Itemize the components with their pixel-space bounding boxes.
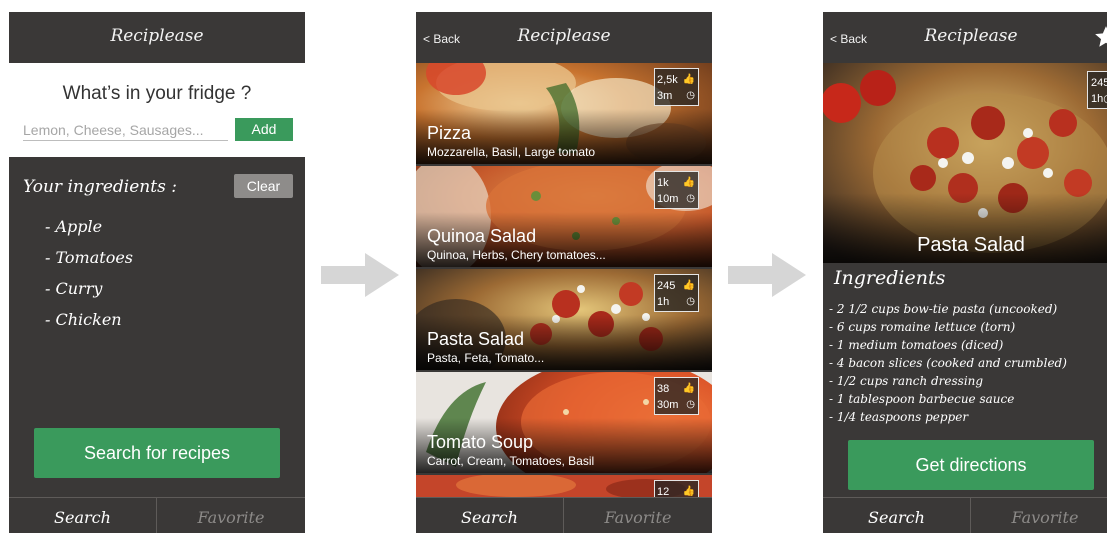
recipe-ingredients: Mozzarella, Basil, Large tomato xyxy=(427,145,596,159)
recipe-title: Tomato Soup xyxy=(427,432,534,452)
fridge-panel: What’s in your fridge ? Add xyxy=(9,63,305,157)
cook-time: 10m xyxy=(657,193,679,205)
ingredient-item: - 4 bacon slices (cooked and crumbled) xyxy=(829,356,1067,370)
cook-time: 1h xyxy=(1091,93,1104,105)
tab-search[interactable]: Search xyxy=(9,498,157,533)
thumbs-up-icon: 👍 xyxy=(682,74,695,85)
star-icon[interactable] xyxy=(1093,24,1107,50)
ingredient-item: - Apple xyxy=(45,217,103,236)
tab-bar: Search Favorite xyxy=(416,497,712,533)
clock-icon: ◷ xyxy=(686,193,695,204)
cook-time: 30m xyxy=(657,399,679,411)
tab-search[interactable]: Search xyxy=(823,498,971,533)
thumbs-up-icon: 👍 xyxy=(682,177,695,188)
search-recipes-button[interactable]: Search for recipes xyxy=(34,428,280,478)
clock-icon: ◷ xyxy=(686,90,695,101)
thumbs-up-icon: 👍 xyxy=(682,280,695,291)
clock-icon: ◷ xyxy=(686,399,695,410)
recipe-card[interactable]: Pasta Salad Pasta, Feta, Tomato... 245 👍 … xyxy=(416,269,712,370)
fridge-question: What’s in your fridge ? xyxy=(62,83,252,104)
ingredient-item: - Tomatoes xyxy=(45,248,134,267)
app-title: Reciplease xyxy=(517,26,611,46)
arrow-right-icon xyxy=(728,253,806,297)
nav-bar: Reciplease xyxy=(9,12,305,63)
cook-time: 3m xyxy=(657,90,673,102)
ingredient-item: - Chicken xyxy=(45,310,122,329)
tab-bar: Search Favorite xyxy=(823,497,1107,533)
tab-favorite[interactable]: Favorite xyxy=(564,498,712,533)
recipe-stats-badge: 245 👍 1h ◷ xyxy=(654,274,699,312)
cook-time: 1h xyxy=(657,296,670,308)
arrow-right-icon xyxy=(321,253,399,297)
recipe-card[interactable]: Tomato Soup Carrot, Cream, Tomatoes, Bas… xyxy=(416,372,712,473)
ingredient-list: - 2 1/2 cups bow-tie pasta (uncooked) - … xyxy=(829,300,1067,426)
recipe-stats-badge: 245👍 1h◷ xyxy=(1087,71,1107,109)
likes-count: 38 xyxy=(657,383,670,395)
add-button[interactable]: Add xyxy=(235,118,293,141)
tab-search[interactable]: Search xyxy=(416,498,564,533)
recipe-card[interactable]: Quinoa Salad Quinoa, Herbs, Chery tomato… xyxy=(416,166,712,267)
ingredient-input[interactable] xyxy=(23,119,228,141)
ingredient-item: - 1 medium tomatoes (diced) xyxy=(829,338,1004,352)
back-button[interactable]: < Back xyxy=(423,32,460,46)
ingredient-item: - 2 1/2 cups bow-tie pasta (uncooked) xyxy=(829,302,1058,316)
recipe-title: Pizza xyxy=(427,123,472,143)
clock-icon: ◷ xyxy=(686,296,695,307)
recipe-stats-badge: 12 👍 xyxy=(654,480,699,497)
recipe-title: Pasta Salad xyxy=(917,234,1025,256)
ingredient-item: - 1/2 cups ranch dressing xyxy=(829,374,984,388)
recipe-ingredients: Carrot, Cream, Tomatoes, Basil xyxy=(427,454,595,468)
ingredient-item: - 1 tablespoon barbecue sauce xyxy=(829,392,1015,406)
likes-count: 245 xyxy=(1091,77,1107,89)
recipe-title: Pasta Salad xyxy=(427,329,525,349)
likes-count: 245 xyxy=(657,280,676,292)
recipe-stats-badge: 38 👍 30m ◷ xyxy=(654,377,699,415)
ingredients-heading: Ingredients xyxy=(834,267,946,289)
tab-favorite[interactable]: Favorite xyxy=(157,498,305,533)
nav-bar: Reciplease < Back xyxy=(416,12,712,63)
thumbs-up-icon: 👍 xyxy=(682,383,695,394)
recipe-list-screen: Reciplease < Back Pizza Mozzarella, Basi… xyxy=(416,12,712,533)
recipe-stats-badge: 1k 👍 10m ◷ xyxy=(654,171,699,209)
thumbs-up-icon: 👍 xyxy=(682,486,695,497)
clear-button[interactable]: Clear xyxy=(234,174,293,198)
search-screen: Reciplease What’s in your fridge ? Add Y… xyxy=(9,12,305,533)
recipe-detail-screen: Reciplease < Back Pasta Salad 245👍 1h◷ I… xyxy=(823,12,1107,533)
recipe-stats-badge: 2,5k 👍 3m ◷ xyxy=(654,68,699,106)
likes-count: 12 xyxy=(657,486,670,497)
back-button[interactable]: < Back xyxy=(830,32,867,46)
recipe-card[interactable]: 12 👍 xyxy=(416,475,712,497)
ingredients-heading: Your ingredients : xyxy=(23,177,177,197)
recipe-ingredients: Pasta, Feta, Tomato... xyxy=(427,351,545,365)
app-title: Reciplease xyxy=(110,26,204,46)
ingredient-list: - Apple - Tomatoes - Curry - Chicken xyxy=(45,214,133,338)
recipe-title: Quinoa Salad xyxy=(427,226,537,246)
recipe-card[interactable]: Pizza Mozzarella, Basil, Large tomato 2,… xyxy=(416,63,712,164)
recipe-hero: Pasta Salad 245👍 1h◷ xyxy=(823,63,1107,263)
tab-favorite[interactable]: Favorite xyxy=(971,498,1107,533)
nav-bar: Reciplease < Back xyxy=(823,12,1107,63)
tab-bar: Search Favorite xyxy=(9,497,305,533)
get-directions-button[interactable]: Get directions xyxy=(848,440,1094,490)
ingredient-item: - 1/4 teaspoons pepper xyxy=(829,410,969,424)
recipe-ingredients: Quinoa, Herbs, Chery tomatoes... xyxy=(427,248,606,262)
likes-count: 1k xyxy=(657,177,669,189)
ingredient-item: - Curry xyxy=(45,279,103,298)
ingredient-item: - 6 cups romaine lettuce (torn) xyxy=(829,320,1016,334)
clock-icon: ◷ xyxy=(1103,93,1107,105)
likes-count: 2,5k xyxy=(657,74,678,86)
